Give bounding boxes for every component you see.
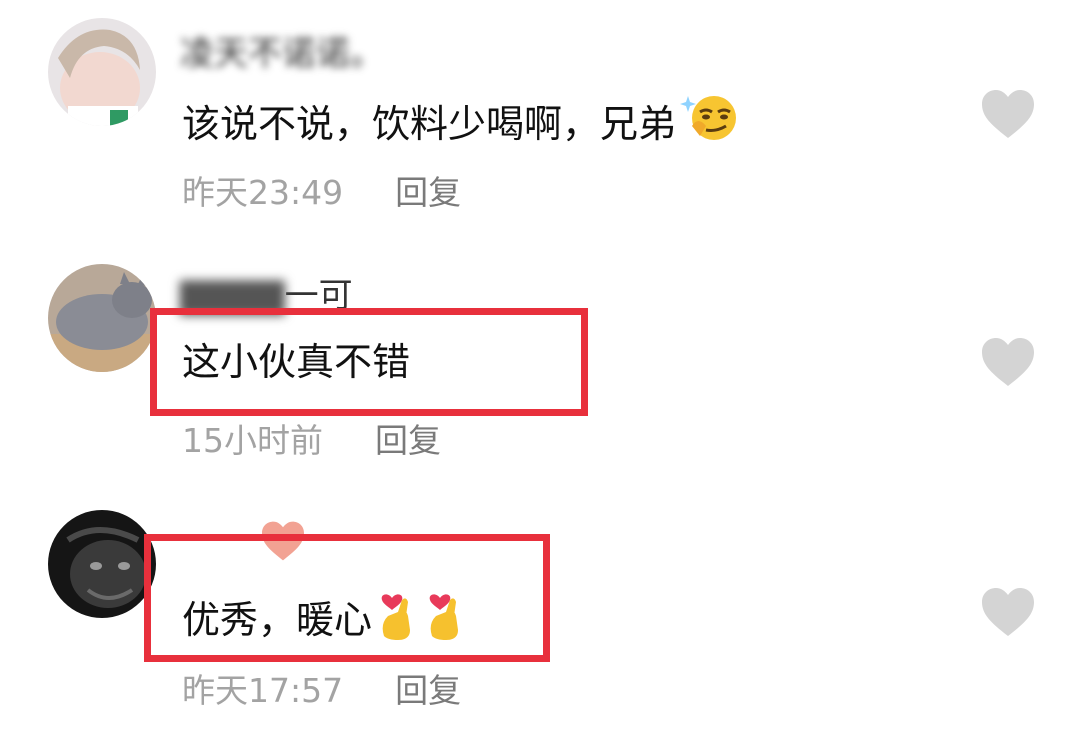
reply-button[interactable]: 回复 (375, 421, 441, 460)
smirk-emoji-icon (680, 92, 738, 155)
avatar[interactable] (48, 18, 156, 126)
reply-button[interactable]: 回复 (395, 671, 461, 710)
comment-meta: 昨天23:49 回复 (182, 166, 461, 214)
comment-meta: 昨天17:57 回复 (182, 664, 461, 712)
username[interactable]: 凌天不诺诺。 (180, 26, 384, 75)
reply-button[interactable]: 回复 (395, 173, 461, 212)
comment-text-content: 该说不说，饮料少喝啊，兄弟 (182, 101, 677, 146)
comment-item: 凌天不诺诺。 该说不说，饮料少喝啊，兄弟 昨天23:49 回复 (0, 0, 1080, 230)
highlight-box (144, 534, 550, 662)
like-heart-icon[interactable] (980, 336, 1036, 388)
avatar[interactable] (48, 264, 156, 372)
comment-meta: 15小时前 回复 (182, 414, 441, 462)
like-heart-icon[interactable] (980, 586, 1036, 638)
timestamp: 15小时前 (182, 421, 323, 460)
timestamp: 昨天17:57 (182, 671, 344, 710)
comment-text: 该说不说，饮料少喝啊，兄弟 (182, 92, 738, 155)
timestamp: 昨天23:49 (182, 173, 344, 212)
avatar[interactable] (48, 510, 156, 618)
highlight-box (150, 308, 588, 416)
like-heart-icon[interactable] (980, 88, 1036, 140)
